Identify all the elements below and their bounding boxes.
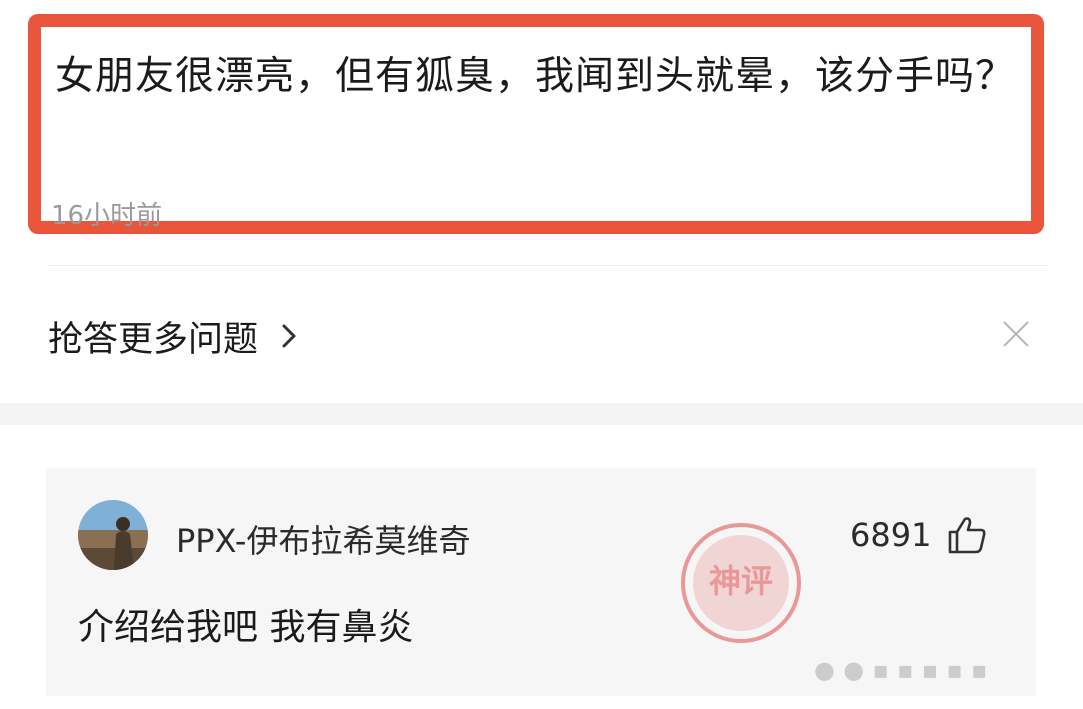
section-gap: [0, 403, 1083, 425]
divider: [48, 265, 1048, 266]
watermark: ● ● ▪ ▪ ▪ ▪ ▪: [814, 656, 988, 684]
thumbs-up-icon[interactable]: [946, 514, 988, 556]
question-timestamp: 16小时前: [51, 201, 163, 231]
stamp-text: 神评: [709, 562, 773, 600]
answer-username[interactable]: PPX-伊布拉希莫维奇: [176, 516, 470, 562]
chevron-right-icon: [282, 324, 296, 348]
like-count: 6891: [850, 516, 932, 554]
answer-card[interactable]: PPX-伊布拉希莫维奇 神评 6891 介绍给我吧 我有鼻炎 ● ● ▪ ▪ ▪…: [46, 468, 1036, 696]
question-title[interactable]: 女朋友很漂亮，但有狐臭，我闻到头就晕，该分手吗？: [55, 43, 1025, 111]
more-questions-label: 抢答更多问题: [48, 319, 259, 360]
answer-text: 介绍给我吧 我有鼻炎: [78, 607, 414, 648]
stamp-badge: 神评: [681, 523, 801, 643]
question-card[interactable]: 女朋友很漂亮，但有狐臭，我闻到头就晕，该分手吗？ 16小时前: [28, 14, 1044, 234]
close-icon[interactable]: [998, 316, 1034, 352]
avatar[interactable]: [78, 500, 148, 570]
more-questions-link[interactable]: 抢答更多问题: [48, 308, 304, 364]
